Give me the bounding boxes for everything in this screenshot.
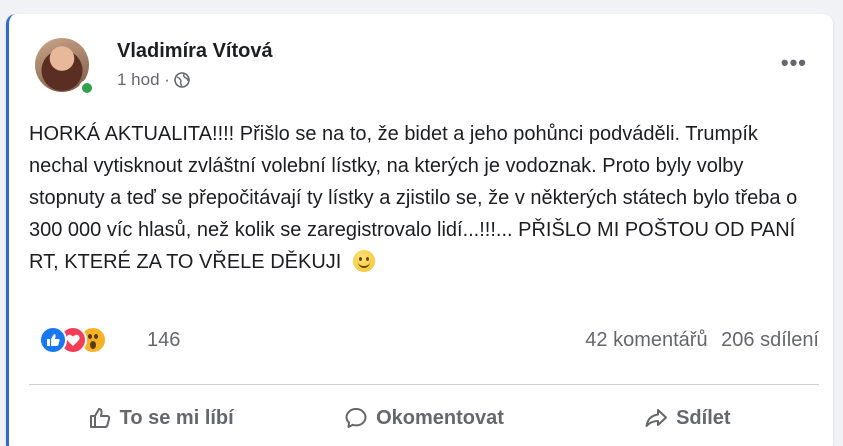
share-icon	[645, 409, 668, 427]
share-count[interactable]: 206 sdílení	[721, 329, 819, 351]
author-name[interactable]: Vladimíra Vítová	[117, 40, 273, 63]
thumbs-up-icon	[89, 408, 110, 428]
post-time[interactable]: 1 hod ·	[117, 70, 170, 90]
reaction-icons[interactable]	[39, 326, 107, 354]
post-text: HORKÁ AKTUALITA!!!! Přišlo se na to, že …	[29, 123, 798, 273]
post-stats: 42 komentářů 206 sdílení	[577, 329, 819, 352]
more-icon[interactable]: •••	[781, 50, 807, 76]
globe-icon[interactable]	[174, 72, 190, 88]
post-body: HORKÁ AKTUALITA!!!! Přišlo se na to, že …	[29, 118, 819, 278]
reactions-bar: 146 42 komentářů 206 sdílení	[29, 326, 819, 356]
comment-button-label: Okomentovat	[376, 406, 504, 429]
share-button[interactable]: Sdílet	[556, 394, 819, 442]
smile-emoji-icon	[352, 250, 375, 272]
action-bar: To se mi líbí Okomentovat Sdílet	[29, 394, 819, 442]
post-meta: 1 hod ·	[117, 70, 190, 90]
comment-button[interactable]: Okomentovat	[292, 394, 555, 442]
like-button[interactable]: To se mi líbí	[29, 394, 292, 442]
comment-count[interactable]: 42 komentářů	[585, 329, 707, 351]
share-button-label: Sdílet	[676, 406, 731, 429]
post-card: Vladimíra Vítová 1 hod · ••• HORKÁ AKTUA…	[6, 14, 833, 446]
comment-icon	[345, 408, 367, 428]
divider	[29, 384, 819, 385]
like-button-label: To se mi líbí	[119, 406, 234, 429]
reaction-count[interactable]: 146	[147, 329, 180, 352]
online-status-icon	[79, 80, 95, 96]
like-reaction-icon	[39, 326, 67, 354]
